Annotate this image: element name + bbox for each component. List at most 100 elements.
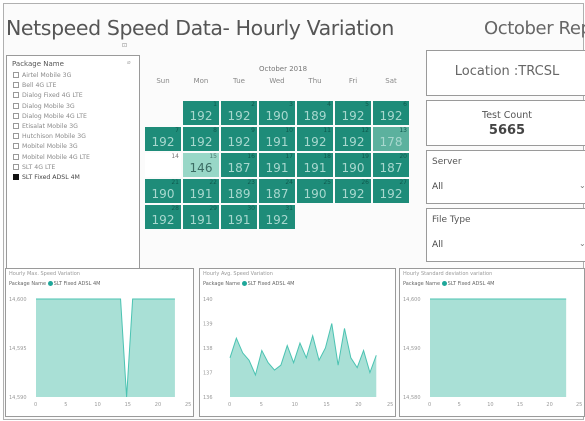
x-tick-label: 10 (487, 402, 493, 408)
day-value: 190 (265, 109, 289, 123)
calendar-day-cell[interactable]: 25 190 (297, 179, 333, 203)
chevron-down-icon[interactable]: ⌄ (579, 181, 585, 190)
calendar-day-cell[interactable]: 26 192 (335, 179, 371, 203)
slicer-item[interactable]: Etisalat Mobile 3G (13, 123, 78, 130)
package-name-slicer[interactable]: Package Name ⌀ Airtel Mobile 3G Bell 4G L… (6, 55, 140, 269)
slicer-item[interactable]: Bell 4G LTE (13, 82, 56, 89)
chevron-down-icon[interactable]: ⌄ (579, 239, 585, 248)
area-series[interactable] (430, 299, 567, 397)
checkbox[interactable] (13, 112, 19, 119)
calendar-day-cell[interactable]: 28 192 (145, 205, 181, 229)
checkbox[interactable] (13, 102, 19, 109)
calendar-day-cell[interactable]: 31 192 (259, 205, 295, 229)
day-number: 11 (323, 127, 331, 134)
x-tick-label: 15 (125, 402, 131, 408)
day-value: 192 (379, 109, 403, 123)
x-tick-label: 25 (185, 402, 191, 408)
calendar-day-cell[interactable]: 15 146 (183, 153, 219, 177)
x-tick-label: 20 (155, 402, 161, 408)
calendar-day-cell[interactable]: 9 192 (221, 127, 257, 151)
calendar-day-cell[interactable]: 12 192 (335, 127, 371, 151)
day-number: 28 (171, 205, 179, 212)
report-month-label: October Repo (484, 18, 585, 39)
checkbox[interactable] (13, 82, 19, 89)
calendar-day-cell[interactable]: 23 189 (221, 179, 257, 203)
calendar-day-cell[interactable]: 4 189 (297, 101, 333, 125)
slicer-item[interactable]: Dialog Mobile 4G LTE (13, 112, 87, 120)
day-value: 190 (151, 187, 175, 201)
calendar-day-cell[interactable]: 17 191 (259, 153, 295, 177)
slicer-item-label: Etisalat Mobile 3G (22, 123, 78, 130)
checkbox[interactable] (13, 133, 19, 140)
calendar-day-cell[interactable]: 2 192 (221, 101, 257, 125)
day-value: 192 (189, 109, 213, 123)
calendar-day-cell[interactable]: 30 191 (221, 205, 257, 229)
expand-icon[interactable]: ⊡ (122, 42, 127, 49)
day-value: 192 (303, 135, 327, 149)
calendar-day-cell[interactable]: 13 178 (373, 127, 409, 151)
calendar-day-cell[interactable]: 7 192 (145, 127, 181, 151)
checkbox[interactable] (13, 143, 19, 150)
server-dropdown[interactable]: All (432, 182, 443, 192)
calendar-day-cell[interactable]: 29 191 (183, 205, 219, 229)
calendar-day-cell[interactable]: 18 191 (297, 153, 333, 177)
y-tick-label: 14,595 (9, 346, 27, 352)
calendar-day-cell[interactable]: 6 192 (373, 101, 409, 125)
checkbox[interactable] (13, 153, 19, 160)
calendar-day-cell[interactable]: 16 187 (221, 153, 257, 177)
x-tick-label: 10 (94, 402, 100, 408)
calendar-day-cell[interactable]: 11 192 (297, 127, 333, 151)
day-value: 191 (189, 187, 213, 201)
calendar-day-cell[interactable]: 27 192 (373, 179, 409, 203)
calendar-day-cell[interactable]: 10 191 (259, 127, 295, 151)
day-number: 16 (247, 153, 255, 160)
checkbox[interactable] (13, 72, 19, 78)
slicer-item[interactable]: Dialog Fixed 4G LTE (13, 92, 83, 99)
day-number: 12 (361, 127, 369, 134)
calendar-day-cell[interactable]: 3 190 (259, 101, 295, 125)
file-type-dropdown[interactable]: All (432, 240, 443, 250)
calendar-day-cell[interactable]: 19 190 (335, 153, 371, 177)
calendar-day-cell[interactable]: 14 (145, 153, 181, 177)
checkbox[interactable] (13, 174, 19, 180)
slicer-item-label: Bell 4G LTE (22, 82, 57, 90)
day-value: 189 (303, 109, 327, 123)
calendar-heatmap: October 2018 Sun Mon Tue Wed Thu Fri Sat 1 192 2 1… (143, 55, 423, 267)
calendar-day-cell[interactable]: 20 187 (373, 153, 409, 177)
slicer-item[interactable]: Airtel Mobile 3G (13, 72, 71, 79)
day-value: 187 (227, 161, 251, 175)
day-of-week-label: Wed (269, 77, 285, 85)
slicer-item[interactable]: Dialog Mobile 3G (13, 102, 75, 110)
test-count-label: Test Count (482, 110, 532, 121)
checkbox[interactable] (13, 163, 19, 170)
slicer-item-label: SLT Fixed ADSL 4M (22, 174, 80, 181)
area-series[interactable] (230, 323, 377, 398)
y-tick-label: 137 (203, 371, 213, 377)
x-tick-label: 0 (228, 402, 231, 408)
slicer-item[interactable]: Mobitel Mobile 4G LTE (13, 153, 90, 161)
area-series[interactable] (36, 299, 175, 397)
location-text: Location :TRCSL (454, 64, 560, 79)
day-number: 19 (361, 153, 369, 160)
calendar-day-cell[interactable]: 21 190 (145, 179, 181, 203)
day-number: 25 (323, 179, 331, 186)
eraser-icon[interactable]: ⌀ (127, 59, 131, 66)
checkbox[interactable] (13, 92, 19, 99)
slicer-item[interactable]: SLT Fixed ADSL 4M (13, 174, 80, 181)
checkbox[interactable] (13, 123, 19, 129)
x-tick-label: 25 (576, 402, 582, 408)
calendar-day-cell[interactable]: 1 192 (183, 101, 219, 125)
day-number: 8 (213, 127, 217, 134)
calendar-day-cell[interactable]: 22 191 (183, 179, 219, 203)
x-tick-label: 0 (34, 402, 37, 408)
slicer-item[interactable]: Hutchison Mobile 3G (13, 133, 86, 140)
slicer-item-label: Airtel Mobile 3G (22, 72, 72, 79)
day-value: 187 (265, 187, 289, 201)
location-card: Location :TRCSL (426, 50, 585, 96)
slicer-item[interactable]: Mobitel Mobile 3G (13, 143, 78, 150)
calendar-day-cell[interactable]: 24 187 (259, 179, 295, 203)
x-tick-label: 5 (458, 402, 461, 408)
calendar-day-cell[interactable]: 8 192 (183, 127, 219, 151)
calendar-day-cell[interactable]: 5 192 (335, 101, 371, 125)
slicer-item[interactable]: SLT 4G LTE (13, 163, 55, 171)
